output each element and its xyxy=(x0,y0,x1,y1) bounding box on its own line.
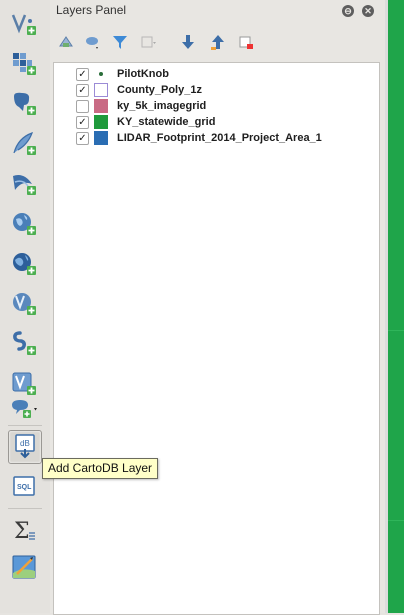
toolbar-separator xyxy=(8,425,42,426)
georeferencer-icon xyxy=(12,555,36,579)
layer-visibility-checkbox[interactable]: ✓ xyxy=(76,132,89,145)
filter-legend-button[interactable] xyxy=(112,34,128,50)
svg-text:dB: dB xyxy=(20,439,30,448)
add-spatialite-layer-button[interactable] xyxy=(8,128,40,160)
new-layer-dropdown-icon xyxy=(12,400,37,418)
close-panel-icon[interactable]: ✕ xyxy=(362,5,374,17)
add-raster-layer-button[interactable] xyxy=(8,48,40,80)
collapse-all-button[interactable] xyxy=(210,34,226,50)
add-vector-layer-icon xyxy=(11,14,36,35)
layers-panel-toolbar xyxy=(50,24,385,62)
layer-symbol-icon xyxy=(94,67,108,81)
layer-visibility-checkbox[interactable]: ✓ xyxy=(76,84,89,97)
add-mssql-layer-button[interactable] xyxy=(8,168,40,200)
map-canvas[interactable] xyxy=(385,0,404,613)
map-boundary-line xyxy=(388,520,404,521)
panel-title: Layers Panel xyxy=(56,3,127,17)
cartodb-sql-icon: SQL xyxy=(13,476,35,496)
add-postgis-layer-button[interactable] xyxy=(8,88,40,120)
new-layer-dropdown-button[interactable] xyxy=(8,394,40,426)
add-group-button[interactable] xyxy=(84,34,100,50)
add-wms-layer-icon xyxy=(13,213,36,235)
add-delimited-text-layer-button[interactable] xyxy=(8,328,40,360)
layer-styling-icon xyxy=(59,36,73,47)
sum-statistics-button[interactable]: Σ xyxy=(8,514,40,546)
add-wfs-layer-icon xyxy=(13,293,36,315)
add-group-icon xyxy=(86,37,98,49)
filter-by-expression-button[interactable] xyxy=(140,34,156,50)
layer-tree: ✓ PilotKnob ✓ County_Poly_1z ky_5k_imagegrid… xyxy=(53,62,380,615)
layer-row[interactable]: ✓ KY_statewide_grid xyxy=(54,114,374,130)
expand-all-icon xyxy=(182,35,194,49)
data-source-toolbar: dB SQL Σ xyxy=(0,0,51,613)
layer-name: County_Poly_1z xyxy=(117,84,202,96)
layer-name: KY_statewide_grid xyxy=(117,116,216,128)
collapse-all-icon xyxy=(211,35,224,50)
cartodb-sql-button[interactable]: SQL xyxy=(8,470,40,502)
filter-icon xyxy=(113,36,127,49)
toolbar-separator xyxy=(8,508,42,509)
layer-name: ky_5k_imagegrid xyxy=(117,100,207,112)
layer-row[interactable]: ✓ PilotKnob xyxy=(54,66,374,82)
layer-row[interactable]: ✓ County_Poly_1z xyxy=(54,82,374,98)
add-mssql-layer-icon xyxy=(13,175,36,195)
add-wfs-layer-button[interactable] xyxy=(8,288,40,320)
layer-visibility-checkbox[interactable]: ✓ xyxy=(76,68,89,81)
svg-text:Σ: Σ xyxy=(14,519,30,544)
add-cartodb-layer-icon: dB xyxy=(15,434,35,459)
expand-all-button[interactable] xyxy=(180,34,196,50)
add-delimited-text-layer-icon xyxy=(13,331,36,355)
layer-row[interactable]: ✓ LIDAR_Footprint_2014_Project_Area_1 xyxy=(54,130,374,146)
add-raster-layer-icon xyxy=(13,53,36,75)
georeferencer-button[interactable] xyxy=(8,551,40,583)
remove-layer-icon xyxy=(239,36,253,49)
layer-visibility-checkbox[interactable] xyxy=(76,100,89,113)
add-wms-layer-button[interactable] xyxy=(8,208,40,240)
layer-styling-button[interactable] xyxy=(58,34,74,50)
map-boundary-line xyxy=(388,330,404,331)
add-spatialite-layer-icon xyxy=(13,132,36,155)
layer-row[interactable]: ky_5k_imagegrid xyxy=(54,98,374,114)
svg-text:SQL: SQL xyxy=(17,484,32,491)
layer-symbol-icon xyxy=(94,131,108,145)
layer-symbol-icon xyxy=(94,115,108,129)
add-wcs-layer-button[interactable] xyxy=(8,248,40,280)
add-cartodb-layer-button[interactable]: dB xyxy=(8,430,42,464)
tooltip: Add CartoDB Layer xyxy=(42,458,159,479)
layer-symbol-icon xyxy=(94,83,108,97)
layer-visibility-checkbox[interactable]: ✓ xyxy=(76,116,89,129)
remove-layer-button[interactable] xyxy=(238,34,254,50)
filter-expression-icon xyxy=(141,36,156,48)
add-wcs-layer-icon xyxy=(13,253,36,275)
layer-name: PilotKnob xyxy=(117,68,169,80)
float-panel-icon[interactable]: ⊖ xyxy=(342,5,354,17)
layer-symbol-icon xyxy=(94,99,108,113)
layer-name: LIDAR_Footprint_2014_Project_Area_1 xyxy=(117,132,322,144)
add-postgis-layer-icon xyxy=(14,92,36,115)
add-vector-layer-button[interactable] xyxy=(8,8,40,40)
layers-panel: Layers Panel ⊖ ✕ ✓ PilotKnob ✓ County_Po… xyxy=(50,0,385,615)
sum-statistics-icon: Σ xyxy=(14,519,35,544)
